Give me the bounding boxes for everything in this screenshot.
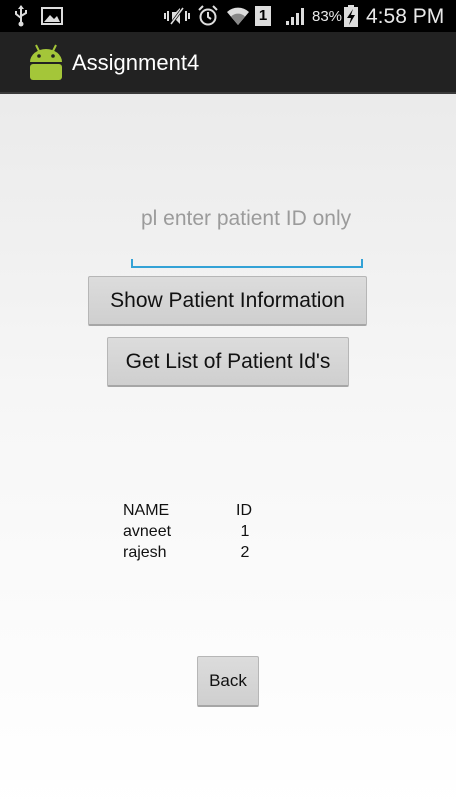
image-icon [40,0,64,32]
get-patient-ids-button[interactable]: Get List of Patient Id's [107,337,349,387]
app-title: Assignment4 [72,50,200,75]
patient-id: 1 [240,523,250,540]
back-button[interactable]: Back [197,656,259,707]
patient-name: avneet [123,523,172,540]
patient-name: rajesh [123,544,167,561]
android-icon [26,42,66,82]
patient-row: rajesh 2 [123,542,263,563]
alarm-icon [196,0,220,32]
patient-list-header: NAME ID [123,500,263,521]
patient-id-field-container [131,200,363,268]
battery-charging-icon [342,0,360,32]
patient-id: 2 [240,544,250,561]
sim-icon: 1 [254,0,272,32]
status-bar: 1 83% 4:58 PM [0,0,456,32]
sim-slot-label: 1 [255,6,271,26]
id-column-header: ID [236,502,252,519]
patient-row: avneet 1 [123,521,263,542]
signal-icon [284,0,308,32]
usb-icon [10,0,32,32]
show-patient-information-button[interactable]: Show Patient Information [88,276,367,326]
patient-list: NAME ID avneet 1 rajesh 2 [123,500,263,563]
battery-percent: 83% [312,8,343,25]
mute-icon [162,0,192,32]
action-bar: Assignment4 [0,32,456,94]
status-clock: 4:58 PM [366,5,445,28]
wifi-icon [226,0,250,32]
name-column-header: NAME [123,502,170,519]
patient-id-input[interactable] [131,200,363,264]
